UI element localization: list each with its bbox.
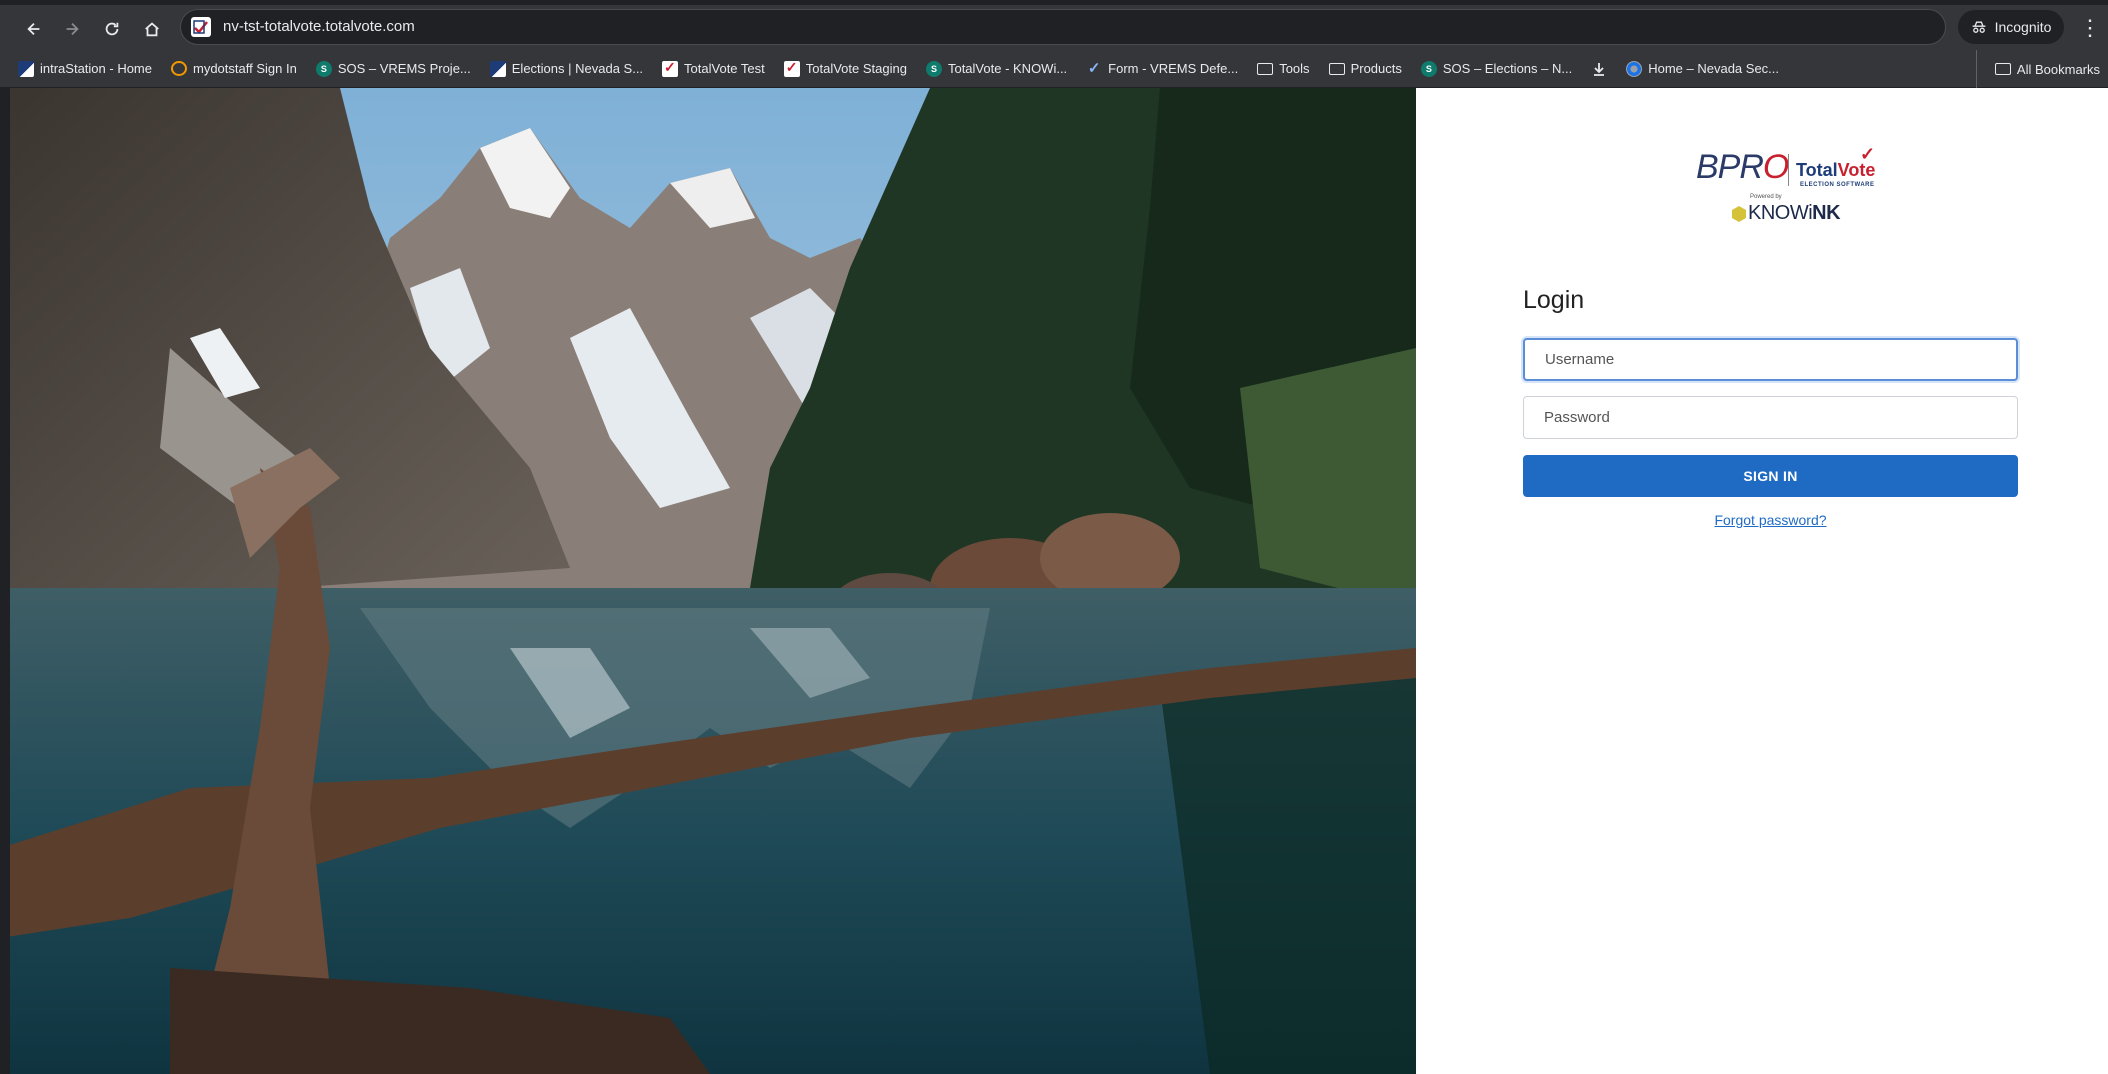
bookmark-item[interactable]: ✓ Form - VREMS Defe... — [1086, 59, 1238, 77]
bookmark-item[interactable]: intraStation - Home — [18, 60, 152, 77]
download-icon — [1594, 62, 1605, 76]
folder-icon — [1257, 62, 1274, 75]
bookmark-item[interactable]: S SOS – Elections – N... — [1420, 60, 1572, 77]
folder-icon — [1328, 62, 1345, 75]
bookmark-folder[interactable]: Tools — [1257, 61, 1310, 76]
browser-menu-icon[interactable]: ⋮ — [2078, 15, 2102, 43]
login-panel: BPRO ✓ TotalVote ELECTION SOFTWARE Power… — [1416, 88, 2108, 1074]
hero-landscape-image — [10, 88, 1416, 1074]
all-bookmarks-button[interactable]: All Bookmarks — [1975, 50, 2100, 88]
bookmarks-bar: intraStation - Home mydotstaff Sign In S… — [0, 50, 2108, 88]
sharepoint-icon: S — [925, 60, 942, 77]
bookmark-item[interactable]: TotalVote Test — [662, 59, 765, 77]
sharepoint-icon: S — [1420, 60, 1437, 77]
knowink-hex-icon — [1732, 206, 1746, 222]
url-text[interactable]: nv-tst-totalvote.totalvote.com — [223, 18, 415, 35]
folder-icon — [1994, 63, 2011, 75]
password-input[interactable] — [1523, 396, 2018, 439]
forgot-password-link[interactable]: Forgot password? — [1714, 512, 1826, 528]
home-icon[interactable] — [138, 15, 166, 43]
flag-icon — [489, 60, 506, 77]
ring-icon — [171, 61, 187, 76]
bookmark-item[interactable]: mydotstaff Sign In — [171, 61, 297, 76]
login-title: Login — [1523, 286, 1585, 314]
totalvote-icon — [783, 59, 800, 77]
back-icon[interactable] — [20, 15, 48, 43]
bookmark-item[interactable]: Elections | Nevada S... — [489, 60, 643, 77]
bookmark-item[interactable]: S TotalVote - KNOWi... — [925, 60, 1067, 77]
incognito-icon — [1972, 21, 1985, 33]
flag-icon — [18, 60, 34, 77]
login-page: BPRO ✓ TotalVote ELECTION SOFTWARE Power… — [10, 88, 2108, 1074]
totalvote-icon — [662, 59, 679, 77]
site-favicon-icon — [191, 17, 211, 37]
username-input[interactable] — [1523, 338, 2018, 381]
check-icon: ✓ — [1087, 59, 1101, 77]
bookmark-item[interactable]: TotalVote Staging — [783, 59, 907, 77]
bookmark-item[interactable]: S SOS – VREMS Proje... — [315, 60, 471, 77]
seal-icon — [1626, 60, 1643, 77]
address-bar[interactable]: nv-tst-totalvote.totalvote.com — [180, 9, 1946, 45]
reload-icon[interactable] — [98, 15, 126, 43]
sign-in-button[interactable]: SIGN IN — [1523, 455, 2018, 497]
bookmark-item[interactable]: Home – Nevada Sec... — [1626, 60, 1779, 77]
sharepoint-icon: S — [315, 60, 332, 77]
browser-toolbar: nv-tst-totalvote.totalvote.com Incognito… — [0, 0, 2108, 50]
bookmark-item[interactable] — [1591, 61, 1607, 77]
bpro-totalvote-logo: BPRO ✓ TotalVote ELECTION SOFTWARE Power… — [1696, 144, 1876, 224]
incognito-label: Incognito — [1994, 19, 2052, 35]
forward-icon[interactable] — [58, 15, 86, 43]
incognito-badge[interactable]: Incognito — [1958, 10, 2064, 44]
bookmark-folder[interactable]: Products — [1328, 61, 1402, 76]
